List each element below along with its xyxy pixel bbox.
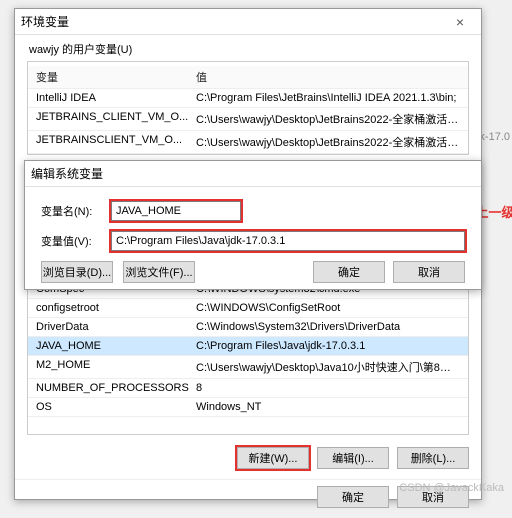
cell-var: IntelliJ IDEA bbox=[36, 92, 196, 104]
env-ok-button[interactable]: 确定 bbox=[317, 486, 389, 508]
var-name-input[interactable] bbox=[111, 201, 241, 221]
user-vars-label: wawjy 的用户变量(U) bbox=[15, 35, 481, 59]
cell-val: C:\Users\wawjy\Desktop\Java10小时快速入门\第8章节… bbox=[196, 359, 460, 375]
user-vars-header: 变量 值 bbox=[28, 66, 468, 89]
cell-var: M2_HOME bbox=[36, 359, 196, 375]
cell-val: C:\Windows\System32\Drivers\DriverData bbox=[196, 321, 460, 333]
cell-val: C:\Users\wawjy\Desktop\JetBrains2022-全家桶… bbox=[196, 134, 460, 150]
cell-var: OS bbox=[36, 401, 196, 413]
table-row[interactable]: IntelliJ IDEAC:\Program Files\JetBrains\… bbox=[28, 89, 468, 108]
cell-val: C:\Program Files\Java\jdk-17.0.3.1 bbox=[196, 340, 460, 352]
edit-sysvar-dialog: 编辑系统变量 变量名(N): 变量值(V): 浏览目录(D)... 浏览文件(F… bbox=[24, 160, 482, 290]
col-var: 变量 bbox=[36, 69, 196, 85]
table-row[interactable]: configsetrootC:\WINDOWS\ConfigSetRoot bbox=[28, 299, 468, 318]
col-val: 值 bbox=[196, 69, 460, 85]
cell-val: Windows_NT bbox=[196, 401, 460, 413]
close-icon[interactable]: × bbox=[445, 14, 475, 30]
table-row[interactable]: JETBRAINSCLIENT_VM_O...C:\Users\wawjy\De… bbox=[28, 131, 468, 154]
cell-val: 8 bbox=[196, 382, 460, 394]
table-row[interactable]: DriverDataC:\Windows\System32\Drivers\Dr… bbox=[28, 318, 468, 337]
cell-val: C:\WINDOWS\ConfigSetRoot bbox=[196, 302, 460, 314]
cell-var: DriverData bbox=[36, 321, 196, 333]
edit-ok-button[interactable]: 确定 bbox=[313, 261, 385, 283]
table-row[interactable]: OSWindows_NT bbox=[28, 398, 468, 417]
sys-vars-buttons: 新建(W)... 编辑(I)... 删除(L)... bbox=[15, 441, 481, 479]
table-row[interactable]: JAVA_HOMEC:\Program Files\Java\jdk-17.0.… bbox=[28, 337, 468, 356]
cell-val: C:\Users\wawjy\Desktop\JetBrains2022-全家桶… bbox=[196, 111, 460, 127]
edit-titlebar: 编辑系统变量 bbox=[25, 161, 481, 187]
table-row[interactable]: M2_HOMEC:\Users\wawjy\Desktop\Java10小时快速… bbox=[28, 356, 468, 379]
browse-dir-button[interactable]: 浏览目录(D)... bbox=[41, 261, 113, 283]
cell-var: JAVA_HOME bbox=[36, 340, 196, 352]
env-title: 环境变量 bbox=[21, 13, 69, 30]
edit-cancel-button[interactable]: 取消 bbox=[393, 261, 465, 283]
table-row[interactable]: JETBRAINS_CLIENT_VM_O...C:\Users\wawjy\D… bbox=[28, 108, 468, 131]
sys-vars-list[interactable]: ComSpecC:\WINDOWS\system32\cmd.exe confi… bbox=[27, 275, 469, 435]
table-row[interactable]: MOZ_PLUGIN_PATHC:\Program Files (x86)\Fo… bbox=[28, 154, 468, 155]
var-name-label: 变量名(N): bbox=[41, 203, 111, 219]
cell-val: C:\Program Files\JetBrains\IntelliJ IDEA… bbox=[196, 92, 460, 104]
cell-var: JETBRAINSCLIENT_VM_O... bbox=[36, 134, 196, 150]
var-value-input[interactable] bbox=[111, 231, 465, 251]
edit-title: 编辑系统变量 bbox=[31, 165, 103, 182]
table-row[interactable]: NUMBER_OF_PROCESSORS8 bbox=[28, 379, 468, 398]
user-vars-list[interactable]: 变量 值 IntelliJ IDEAC:\Program Files\JetBr… bbox=[27, 61, 469, 155]
new-sysvar-button[interactable]: 新建(W)... bbox=[237, 447, 309, 469]
edit-sysvar-button[interactable]: 编辑(I)... bbox=[317, 447, 389, 469]
cell-var: configsetroot bbox=[36, 302, 196, 314]
cell-var: NUMBER_OF_PROCESSORS bbox=[36, 382, 196, 394]
watermark: CSDN @JavackKaka bbox=[399, 482, 504, 494]
var-value-label: 变量值(V): bbox=[41, 233, 111, 249]
delete-sysvar-button[interactable]: 删除(L)... bbox=[397, 447, 469, 469]
env-titlebar: 环境变量 × bbox=[15, 9, 481, 35]
cell-var: JETBRAINS_CLIENT_VM_O... bbox=[36, 111, 196, 127]
browse-file-button[interactable]: 浏览文件(F)... bbox=[123, 261, 195, 283]
